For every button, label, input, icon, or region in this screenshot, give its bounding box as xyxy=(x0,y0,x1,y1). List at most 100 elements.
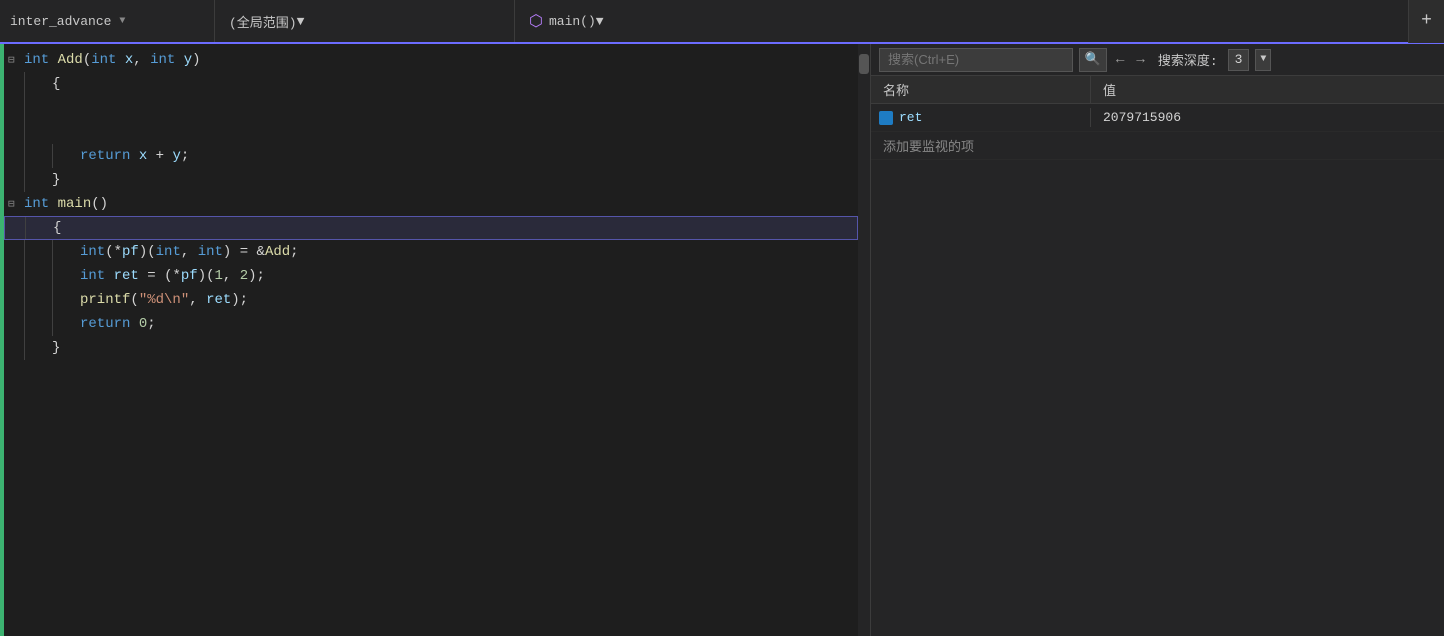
token-pn: , xyxy=(181,244,198,260)
collapse-icon[interactable]: ⊟ xyxy=(8,197,22,211)
token-op: = xyxy=(147,268,155,284)
scope-dropdown-arrow[interactable]: ▼ xyxy=(297,14,305,29)
token-plain xyxy=(116,52,124,68)
scope-label: (全局范围) xyxy=(229,12,297,31)
token-plain xyxy=(49,196,57,212)
watch-toolbar: 🔍 ← → 搜索深度: 3 ▼ xyxy=(871,44,1444,76)
token-pn: () xyxy=(91,196,108,212)
token-plain xyxy=(130,148,138,164)
token-op: & xyxy=(257,244,265,260)
token-op: * xyxy=(172,268,180,284)
indent-guide xyxy=(52,240,80,264)
token-pn: } xyxy=(52,340,60,356)
file-dropdown-arrow[interactable]: ▼ xyxy=(119,16,125,27)
token-str: "%d\n" xyxy=(139,292,189,308)
token-macro: printf xyxy=(80,292,130,308)
code-line: int ret = (*pf)(1, 2); xyxy=(4,264,858,288)
scrollbar-thumb[interactable] xyxy=(859,54,869,74)
indent-guide xyxy=(24,312,52,336)
token-plain xyxy=(175,52,183,68)
token-plain xyxy=(156,268,164,284)
watch-table: 名称 值 ret 2079715906 添加要监视的项 xyxy=(871,76,1444,636)
token-op: = xyxy=(240,244,248,260)
token-pn: , xyxy=(133,52,150,68)
indent-guide xyxy=(24,264,52,288)
token-plain xyxy=(130,316,138,332)
watch-row-name: ret xyxy=(871,108,1091,127)
watch-item-label: ret xyxy=(899,110,922,125)
token-fn: main xyxy=(58,196,92,212)
token-var: ret xyxy=(114,268,139,284)
depth-value: 3 xyxy=(1228,49,1250,71)
token-kw: int xyxy=(80,244,105,260)
token-var: pf xyxy=(181,268,198,284)
token-var: pf xyxy=(122,244,139,260)
token-kw: int xyxy=(24,52,49,68)
search-icon: 🔍 xyxy=(1085,52,1101,67)
token-plain xyxy=(164,148,172,164)
token-plain xyxy=(105,268,113,284)
token-pn: )( xyxy=(139,244,156,260)
col-val-header: 值 xyxy=(1091,76,1444,103)
func-icon: ⬡ xyxy=(529,11,543,31)
token-fn: Add xyxy=(265,244,290,260)
token-num: 2 xyxy=(240,268,248,284)
token-plain xyxy=(139,268,147,284)
file-label: inter_advance xyxy=(10,14,111,29)
token-kw: int xyxy=(80,268,105,284)
depth-label: 搜索深度: xyxy=(1158,50,1218,69)
token-pn: ; xyxy=(147,316,155,332)
file-selector[interactable]: inter_advance ▼ xyxy=(0,0,215,42)
func-selector[interactable]: ⬡ main() ▼ xyxy=(515,0,1408,42)
watch-row[interactable]: ret 2079715906 xyxy=(871,104,1444,132)
watch-item-value: 2079715906 xyxy=(1091,108,1444,127)
indent-guide xyxy=(52,144,80,168)
expand-button[interactable]: + xyxy=(1408,0,1444,43)
token-op: + xyxy=(156,148,164,164)
watch-table-header: 名称 值 xyxy=(871,76,1444,104)
token-fn: Add xyxy=(58,52,83,68)
token-plain xyxy=(49,52,57,68)
vertical-scrollbar[interactable] xyxy=(858,44,870,636)
depth-dropdown[interactable]: ▼ xyxy=(1255,49,1271,71)
add-watch-row[interactable]: 添加要监视的项 xyxy=(871,132,1444,160)
code-line: return 0; xyxy=(4,312,858,336)
indent-guide xyxy=(24,72,52,96)
indent-guide xyxy=(24,240,52,264)
token-param: x xyxy=(139,148,147,164)
search-button[interactable]: 🔍 xyxy=(1079,48,1107,72)
nav-forward-arrow[interactable]: → xyxy=(1133,52,1147,68)
token-param: y xyxy=(172,148,180,164)
watch-panel: 🔍 ← → 搜索深度: 3 ▼ 名称 值 ret 2079715906 添加要监… xyxy=(870,44,1444,636)
code-line: ⊟int Add(int x, int y) xyxy=(4,48,858,72)
code-line: { xyxy=(4,216,858,240)
token-param: y xyxy=(184,52,192,68)
token-param: x xyxy=(125,52,133,68)
indent-guide xyxy=(25,217,53,239)
token-pn: ( xyxy=(105,244,113,260)
collapse-icon[interactable]: ⊟ xyxy=(8,53,22,67)
token-pn: ); xyxy=(248,268,265,284)
token-pn: ( xyxy=(130,292,138,308)
token-pn: ) xyxy=(223,244,240,260)
func-dropdown-arrow[interactable]: ▼ xyxy=(596,14,604,29)
code-editor[interactable]: ⊟int Add(int x, int y) { return x + y; }… xyxy=(4,44,858,636)
token-plain xyxy=(147,148,155,164)
func-label: main() xyxy=(549,14,596,29)
token-kw: int xyxy=(91,52,116,68)
token-pn: ( xyxy=(164,268,172,284)
code-line xyxy=(4,120,858,144)
code-panel: ⊟int Add(int x, int y) { return x + y; }… xyxy=(0,44,870,636)
token-pn: ); xyxy=(231,292,248,308)
toolbar: inter_advance ▼ (全局范围) ▼ ⬡ main() ▼ + xyxy=(0,0,1444,44)
nav-back-arrow[interactable]: ← xyxy=(1113,52,1127,68)
indent-guide xyxy=(24,144,52,168)
scope-selector[interactable]: (全局范围) ▼ xyxy=(215,0,515,42)
code-line: return x + y; xyxy=(4,144,858,168)
token-pn: { xyxy=(52,76,60,92)
expand-icon: + xyxy=(1421,11,1432,31)
token-kw: int xyxy=(156,244,181,260)
code-line: } xyxy=(4,168,858,192)
token-num: 1 xyxy=(215,268,223,284)
search-input[interactable] xyxy=(879,48,1073,72)
